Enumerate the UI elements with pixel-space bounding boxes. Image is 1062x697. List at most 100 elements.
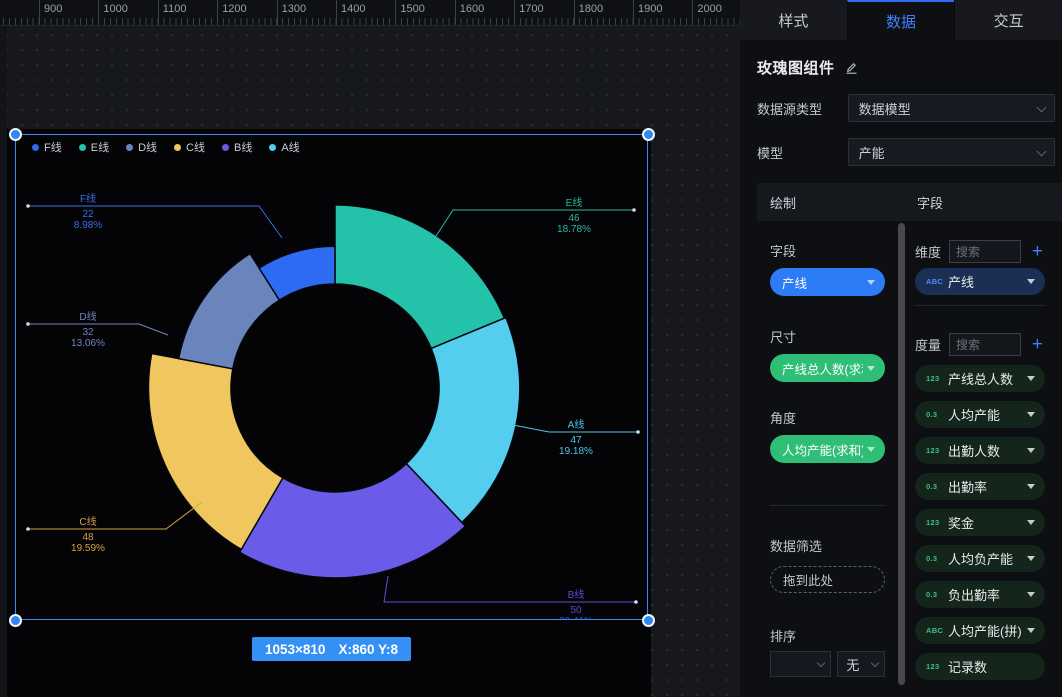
legend-item: F线 xyxy=(32,139,62,155)
ruler-label: 1000 xyxy=(103,3,127,15)
label-anchor-dot xyxy=(632,208,636,212)
ruler-label: 1500 xyxy=(400,3,424,15)
measure-field-pill[interactable]: 123出勤人数 xyxy=(915,437,1045,464)
measure-field-pill[interactable]: 0.3出勤率 xyxy=(915,473,1045,500)
size-select[interactable]: 产线总人数(求和) xyxy=(770,354,885,382)
chevron-down-icon[interactable] xyxy=(1027,279,1035,284)
tab-fields[interactable]: 字段 xyxy=(898,193,943,212)
chevron-down-icon[interactable] xyxy=(1027,628,1035,633)
measure-field-pill[interactable]: 0.3人均负产能 xyxy=(915,545,1045,572)
add-measure-button[interactable]: + xyxy=(1030,335,1045,354)
sort-field-select[interactable] xyxy=(770,651,831,677)
ruler-label: 1900 xyxy=(638,3,662,15)
measure-field-pill[interactable]: 0.3负出勤率 xyxy=(915,581,1045,608)
measure-search-input[interactable] xyxy=(949,333,1021,356)
rose-chart-component[interactable]: F线E线D线C线B线A线 F线228.98%E线4618.78%D线3213.0… xyxy=(15,134,648,620)
ruler-label: 1400 xyxy=(341,3,365,15)
label-leader-line xyxy=(384,576,636,602)
rose-chart: F线228.98%E线4618.78%D线3213.06%C线4819.59%B… xyxy=(16,135,647,619)
slice-value: 22 xyxy=(82,209,94,220)
ruler-major-tick xyxy=(277,0,278,25)
ruler-major-tick xyxy=(98,0,99,25)
label-leader-line xyxy=(436,210,634,236)
chevron-down-icon xyxy=(1037,147,1047,157)
slice-percent: 18.78% xyxy=(557,224,591,235)
chevron-down-icon[interactable] xyxy=(1027,412,1035,417)
field-section-label: 字段 xyxy=(770,241,885,260)
legend-dot-icon xyxy=(32,144,39,151)
field-type-icon: ABC xyxy=(926,626,948,635)
ruler-label: 1300 xyxy=(282,3,306,15)
panel-scrollbar[interactable] xyxy=(898,223,905,685)
tab-draw[interactable]: 绘制 xyxy=(757,193,898,212)
ruler-major-tick xyxy=(39,0,40,25)
legend-label: B线 xyxy=(234,139,252,155)
ruler-major-tick xyxy=(217,0,218,25)
ruler-major-tick xyxy=(633,0,634,25)
size-position-badge: 1053×810 X:860 Y:8 xyxy=(252,637,411,661)
datasource-type-label: 数据源类型 xyxy=(757,99,848,118)
model-value: 产能 xyxy=(859,143,885,162)
resize-handle-top-right[interactable] xyxy=(642,128,655,141)
field-type-icon: ABC xyxy=(926,277,948,286)
ruler-major-tick xyxy=(455,0,456,25)
ruler-minor-ticks xyxy=(3,18,740,25)
resize-handle-bottom-left[interactable] xyxy=(9,614,22,627)
measure-field-pill[interactable]: 123产线总人数 xyxy=(915,365,1045,392)
datasource-type-select[interactable]: 数据模型 xyxy=(848,94,1055,122)
field-name: 出勤人数 xyxy=(948,441,1023,460)
badge-size: 1053×810 xyxy=(265,642,325,657)
tab-interaction[interactable]: 交互 xyxy=(954,0,1062,40)
field-name: 记录数 xyxy=(948,657,1035,676)
divider xyxy=(915,305,1045,306)
angle-select[interactable]: 人均产能(求和) xyxy=(770,435,885,463)
measure-field-pill[interactable]: ABC人均产能(拼) xyxy=(915,617,1045,644)
tab-data[interactable]: 数据 xyxy=(847,0,955,40)
chevron-down-icon xyxy=(817,659,825,667)
legend-dot-icon xyxy=(126,144,133,151)
design-canvas[interactable]: 9001000110012001300140015001600170018001… xyxy=(0,0,740,697)
legend-dot-icon xyxy=(269,144,276,151)
field-name: 奖金 xyxy=(948,513,1023,532)
dimension-label: 维度 xyxy=(915,242,949,261)
resize-handle-bottom-right[interactable] xyxy=(642,614,655,627)
slice-name: E线 xyxy=(566,196,583,209)
filter-drop-zone[interactable]: 拖到此处 xyxy=(770,566,885,593)
field-name: 人均负产能 xyxy=(948,549,1023,568)
sort-order-select[interactable]: 无 xyxy=(837,651,885,677)
chevron-down-icon[interactable] xyxy=(1027,556,1035,561)
legend-dot-icon xyxy=(79,144,86,151)
chevron-down-icon[interactable] xyxy=(1027,484,1035,489)
chevron-down-icon[interactable] xyxy=(1027,592,1035,597)
chevron-down-icon xyxy=(867,447,875,452)
tab-style[interactable]: 样式 xyxy=(740,0,847,40)
legend-dot-icon xyxy=(174,144,181,151)
size-section-label: 尺寸 xyxy=(770,327,885,346)
chevron-down-icon[interactable] xyxy=(1027,376,1035,381)
field-name: 人均产能(拼) xyxy=(948,621,1023,640)
label-leader-line xyxy=(28,324,168,335)
label-anchor-dot xyxy=(26,204,30,208)
measure-field-pill[interactable]: 123奖金 xyxy=(915,509,1045,536)
measure-field-pill[interactable]: 123记录数 xyxy=(915,653,1045,680)
resize-handle-top-left[interactable] xyxy=(9,128,22,141)
legend-item: E线 xyxy=(79,139,109,155)
field-select[interactable]: 产线 xyxy=(770,268,885,296)
ruler-major-tick xyxy=(336,0,337,25)
slice-percent: 13.06% xyxy=(71,338,105,349)
dimension-field-pill[interactable]: ABC产线 xyxy=(915,268,1045,295)
edit-icon[interactable] xyxy=(844,60,859,75)
model-select[interactable]: 产能 xyxy=(848,138,1055,166)
chevron-down-icon xyxy=(1037,103,1047,113)
field-type-icon: 0.3 xyxy=(926,590,948,599)
legend-item: D线 xyxy=(126,139,157,155)
chevron-down-icon[interactable] xyxy=(1027,520,1035,525)
add-dimension-button[interactable]: + xyxy=(1030,242,1045,261)
chevron-down-icon[interactable] xyxy=(1027,448,1035,453)
dimension-search-input[interactable] xyxy=(949,240,1021,263)
field-type-icon: 0.3 xyxy=(926,554,948,563)
ruler-major-tick xyxy=(395,0,396,25)
legend-label: C线 xyxy=(186,139,205,155)
measure-field-pill[interactable]: 0.3人均产能 xyxy=(915,401,1045,428)
chart-slice xyxy=(335,205,504,349)
